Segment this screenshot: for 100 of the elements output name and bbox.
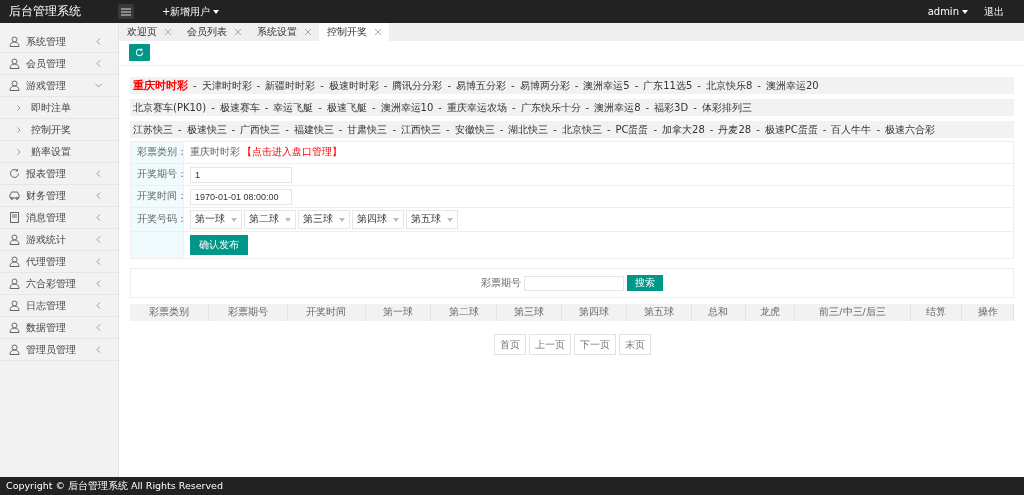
separator-text: - [822,124,827,135]
lottery-link[interactable]: PC蛋蛋 [615,122,649,137]
lottery-link[interactable]: 易博五分彩 [456,78,507,93]
lottery-link[interactable]: 幸运飞艇 [273,100,314,115]
issue-search-field[interactable] [524,275,624,291]
sidebar-item[interactable]: 六合彩管理 [0,273,118,295]
lottery-link[interactable]: 极速时时彩 [328,78,379,93]
column-header: 第五球 [626,304,693,321]
close-icon[interactable] [235,29,241,35]
lottery-link[interactable]: 北京赛车(PK10) [133,100,207,115]
separator-text: - [511,102,516,113]
sidebar-item[interactable]: 代理管理 [0,251,118,273]
lottery-link[interactable]: 极速飞艇 [326,100,367,115]
add-user-menu[interactable]: +新增用户 [154,4,228,19]
ball-select[interactable]: 第二球 [244,210,296,229]
field-label: 彩票类别： [131,142,184,164]
lottery-link[interactable]: 澳洲幸运20 [765,78,819,93]
separator-text: - [574,80,579,91]
refresh-button[interactable] [129,44,150,61]
lottery-link[interactable]: 体彩排列三 [701,100,752,115]
confirm-button[interactable]: 确认发布 [190,235,248,255]
pagination-button[interactable]: 末页 [618,334,651,355]
sidebar-item[interactable]: 管理员管理 [0,339,118,361]
pagination-button[interactable]: 下一页 [573,334,616,355]
lottery-link[interactable]: 易博两分彩 [519,78,570,93]
sidebar-item[interactable]: 游戏管理 [0,75,118,97]
search-button[interactable]: 搜索 [627,275,663,291]
separator-text: - [320,80,324,91]
sidebar-item[interactable]: 数据管理 [0,317,118,339]
sidebar-item[interactable]: 消息管理 [0,207,118,229]
close-icon[interactable] [375,29,381,35]
separator-text: - [585,102,590,113]
lottery-link[interactable]: 北京快乐8 [705,78,753,93]
sidebar-item[interactable]: 会员管理 [0,53,118,75]
separator-text: - [264,102,269,113]
car-icon [9,190,20,201]
lottery-link[interactable]: 安徽快三 [454,122,495,137]
user-icon [9,256,20,267]
lottery-link[interactable]: 极速快三 [186,122,227,137]
tab[interactable]: 控制开奖 [319,23,389,41]
lottery-type-text: 重庆时时彩 [190,146,240,159]
lottery-link[interactable]: 重庆时时彩 [133,78,188,93]
lottery-link[interactable]: 极速六合彩 [885,122,936,137]
lottery-link[interactable]: 澳洲幸运8 [594,100,641,115]
sidebar-item[interactable]: 游戏统计 [0,229,118,251]
menu-button[interactable] [118,4,134,19]
lottery-link[interactable]: 重庆幸运农场 [446,100,507,115]
sidebar-subitem[interactable]: 赔率设置 [31,144,71,159]
separator-text: - [447,80,452,91]
sidebar-item[interactable]: 财务管理 [0,185,118,207]
lottery-link[interactable]: 百人牛牛 [831,122,872,137]
lottery-link[interactable]: 澳洲幸运10 [380,100,434,115]
lottery-link[interactable]: 甘肃快三 [347,122,388,137]
lottery-link[interactable]: 丹麦28 [718,122,752,137]
sidebar-subitem[interactable]: 即时注单 [31,100,71,115]
tab[interactable]: 会员列表 [179,23,249,41]
column-header: 彩票期号 [208,304,288,321]
lottery-link[interactable]: 湖北快三 [508,122,549,137]
sidebar-item[interactable]: 日志管理 [0,295,118,317]
ball-select[interactable]: 第四球 [352,210,404,229]
user-menu[interactable]: admin [919,6,976,17]
lottery-link[interactable]: 江苏快三 [133,122,173,137]
lottery-link[interactable]: 福彩3D [654,100,689,115]
separator-text: - [285,124,289,135]
user-icon [9,322,20,333]
ball-select[interactable]: 第三球 [298,210,350,229]
lottery-link[interactable]: 天津时时彩 [201,78,252,93]
pagination-button[interactable]: 上一页 [528,334,571,355]
lottery-link[interactable]: 广东快乐十分 [520,100,581,115]
lottery-link[interactable]: 江西快三 [401,122,442,137]
market-link[interactable]: 【点击进入盘口管理】 [242,146,342,159]
lottery-link[interactable]: 极速赛车 [219,100,260,115]
lottery-link[interactable]: 澳洲幸运5 [583,78,630,93]
ball-select[interactable]: 第五球 [406,210,458,229]
chevron-right-icon [17,126,21,133]
column-header: 彩票类别 [130,304,209,321]
copyright-text: Copyright © 后台管理系统 All Rights Reserved [6,479,223,493]
lottery-link[interactable]: 福建快三 [293,122,334,137]
lottery-link[interactable]: 北京快三 [561,122,602,137]
sidebar-item[interactable]: 系统管理 [0,31,118,53]
lottery-link[interactable]: 加拿大28 [662,122,705,137]
lottery-link[interactable]: 广西快三 [240,122,281,137]
tab[interactable]: 系统设置 [249,23,319,41]
lottery-link[interactable]: 新疆时时彩 [265,78,316,93]
ball-select[interactable]: 第一球 [190,210,242,229]
issue-field[interactable]: 1 [190,166,292,183]
sidebar-item[interactable]: 报表管理 [0,163,118,185]
lottery-link[interactable]: 腾讯分分彩 [392,78,443,93]
logout-link[interactable]: 退出 [976,4,1012,19]
close-icon[interactable] [305,29,311,35]
time-field[interactable]: 1970-01-01 08:00:00 [190,188,292,205]
separator-text: - [756,124,760,135]
user-icon [9,234,20,245]
lottery-link[interactable]: 极速PC蛋蛋 [764,122,818,137]
lottery-link[interactable]: 广东11选5 [643,78,693,93]
tab[interactable]: 欢迎页 [119,23,179,41]
app-title: 后台管理系统 [8,3,82,20]
pagination-button[interactable]: 首页 [493,334,526,355]
sidebar-subitem[interactable]: 控制开奖 [31,122,71,137]
close-icon[interactable] [165,29,171,35]
